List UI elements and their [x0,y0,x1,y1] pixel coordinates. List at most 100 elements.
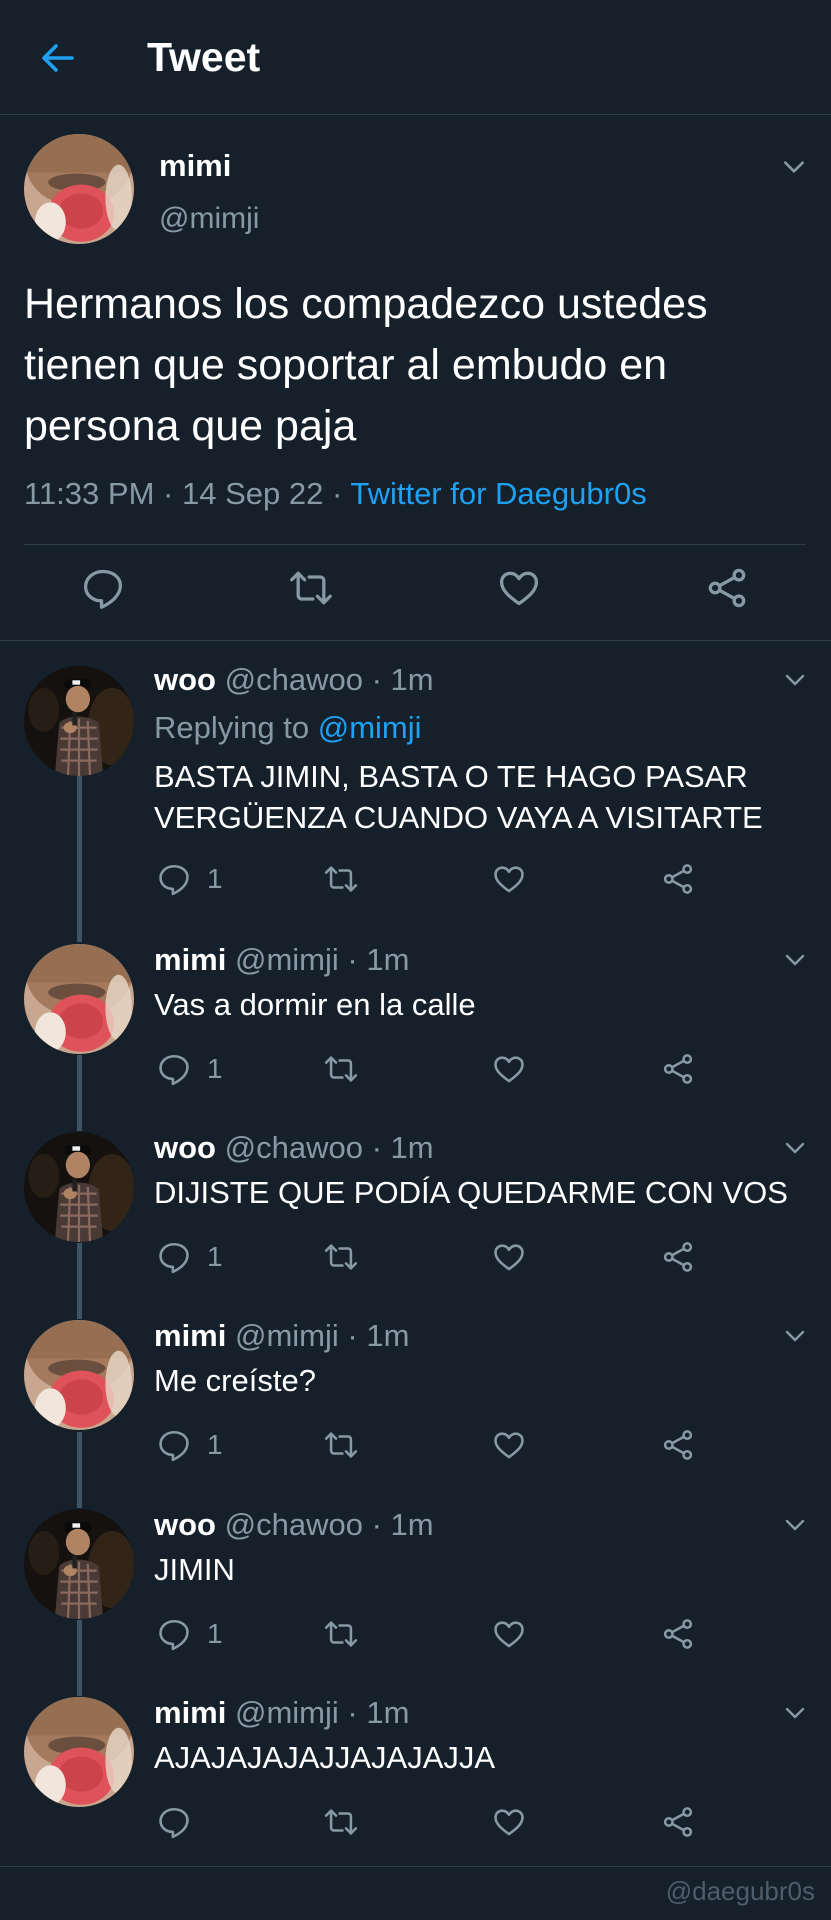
like-icon[interactable] [492,1617,526,1651]
retweet-icon[interactable] [324,1052,358,1086]
tweet-time: 11:33 PM [24,476,155,511]
top-bar: Tweet [0,0,831,115]
author-handle[interactable]: @mimji [235,1695,339,1730]
reply-count: 1 [207,1618,223,1649]
reply-icon[interactable] [157,1240,191,1274]
reply-text: JIMIN [154,1552,235,1587]
tweet-text: Hermanos los compadezco ustedes tienen q… [24,280,708,450]
reply-text: Me creíste? [154,1363,316,1398]
like-icon[interactable] [492,862,526,896]
author-name[interactable]: mimi [154,1318,226,1353]
reply-icon[interactable] [157,1617,191,1651]
avatar[interactable] [24,1509,134,1619]
author-name[interactable]: mimi [159,148,231,184]
author-handle[interactable]: @mimji [235,942,339,977]
reply-icon[interactable] [157,1428,191,1462]
like-icon[interactable] [492,1052,526,1086]
meta-separator: · [347,1318,358,1353]
chevron-down-icon[interactable] [783,1701,807,1725]
reply-tweet[interactable]: mimi @mimji · 1m Vas a dormir en la call… [0,940,831,1128]
retweet-icon[interactable] [324,862,358,896]
retweet-icon[interactable] [324,1240,358,1274]
retweet-icon[interactable] [324,1428,358,1462]
like-icon[interactable] [492,1240,526,1274]
reply-tweet[interactable]: woo @chawoo · 1m JIMIN 1 [0,1505,831,1693]
meta-separator: · [347,1695,358,1730]
author-handle[interactable]: @chawoo [225,662,363,697]
tweet-time: 1m [366,942,410,977]
back-arrow-icon[interactable] [38,38,78,78]
chevron-down-icon[interactable] [781,154,807,180]
chevron-down-icon[interactable] [783,948,807,972]
reply-actions: 1 [0,1428,831,1464]
meta-separator: · [371,1507,382,1542]
chevron-down-icon[interactable] [783,1324,807,1348]
author-name[interactable]: woo [154,1130,216,1165]
chevron-down-icon[interactable] [783,1513,807,1537]
reply-header: mimi @mimji · 1m [154,942,409,978]
reply-icon[interactable] [157,1805,191,1839]
author-handle[interactable]: @mimji [235,1318,339,1353]
chevron-down-icon[interactable] [783,1136,807,1160]
avatar[interactable] [24,1132,134,1242]
avatar[interactable] [24,944,134,1054]
meta-separator: · [371,662,382,697]
reply-icon[interactable] [81,566,125,610]
reply-header: mimi @mimji · 1m [154,1318,409,1354]
author-name[interactable]: woo [154,1507,216,1542]
reply-header: woo @chawoo · 1m [154,662,434,698]
share-icon[interactable] [661,1240,695,1274]
tweet-time: 1m [366,1318,410,1353]
share-icon[interactable] [661,1805,695,1839]
avatar[interactable] [24,134,134,244]
reply-actions: 1 [0,862,831,898]
tweet-time: 1m [390,662,434,697]
reply-tweet[interactable]: woo @chawoo · 1m DIJISTE QUE PODÍA QUEDA… [0,1128,831,1316]
share-icon[interactable] [705,566,749,610]
author-handle[interactable]: @chawoo [225,1130,363,1165]
tweet-meta: 11:33 PM · 14 Sep 22 · Twitter for Daegu… [24,476,647,512]
reply-header: woo @chawoo · 1m [154,1130,434,1166]
meta-separator: · [163,476,174,511]
reply-icon[interactable] [157,862,191,896]
share-icon[interactable] [661,1428,695,1462]
reply-text: DIJISTE QUE PODÍA QUEDARME CON VOS [154,1175,788,1210]
reply-text: BASTA JIMIN, BASTA O TE HAGO PASAR VERGÜ… [154,759,763,835]
avatar[interactable] [24,1697,134,1807]
reply-actions: 1 [0,1052,831,1088]
replying-to: Replying to @mimji [154,710,422,746]
share-icon[interactable] [661,1617,695,1651]
main-tweet: mimi @mimji Hermanos los compadezco uste… [0,114,831,641]
mention-link[interactable]: @mimji [318,710,422,745]
like-icon[interactable] [497,566,541,610]
share-icon[interactable] [661,862,695,896]
avatar[interactable] [24,1320,134,1430]
retweet-icon[interactable] [324,1805,358,1839]
tweet-actions [0,566,831,626]
author-handle[interactable]: @chawoo [225,1507,363,1542]
author-name[interactable]: mimi [154,1695,226,1730]
retweet-icon[interactable] [324,1617,358,1651]
reply-tweet[interactable]: mimi @mimji · 1m AJAJAJAJAJJAJAJAJJA [0,1693,831,1865]
reply-text: AJAJAJAJAJJAJAJAJJA [154,1740,496,1775]
divider [24,544,806,545]
author-handle[interactable]: @mimji [159,202,259,236]
reply-count: 1 [207,1053,223,1084]
tweet-source-link[interactable]: Twitter for Daegubr0s [350,476,646,511]
reply-icon[interactable] [157,1052,191,1086]
reply-tweet[interactable]: woo @chawoo · 1m Replying to @mimji BAST… [0,640,831,940]
reply-header: mimi @mimji · 1m [154,1695,409,1731]
avatar[interactable] [24,666,134,776]
tweet-time: 1m [390,1507,434,1542]
like-icon[interactable] [492,1805,526,1839]
meta-separator: · [331,476,343,511]
divider [0,1866,831,1867]
share-icon[interactable] [661,1052,695,1086]
retweet-icon[interactable] [289,566,333,610]
tweet-time: 1m [390,1130,434,1165]
author-name[interactable]: mimi [154,942,226,977]
chevron-down-icon[interactable] [783,668,807,692]
author-name[interactable]: woo [154,662,216,697]
like-icon[interactable] [492,1428,526,1462]
reply-tweet[interactable]: mimi @mimji · 1m Me creíste? 1 [0,1316,831,1504]
